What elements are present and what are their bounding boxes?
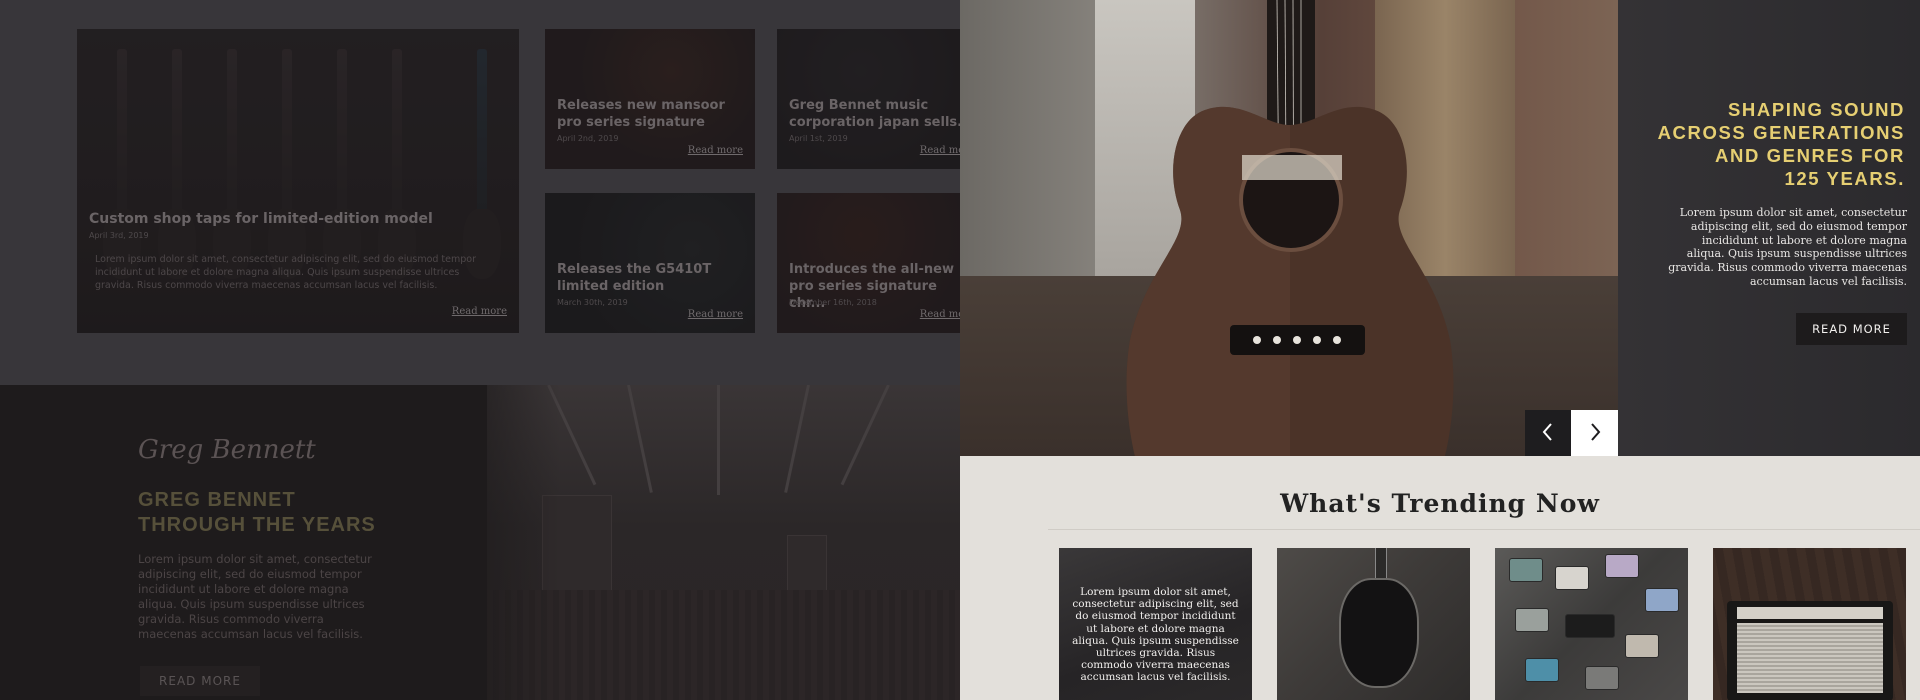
- featured-news-date: April 3rd, 2019: [89, 231, 149, 240]
- signature-logo: Greg Bennett: [138, 435, 316, 465]
- acoustic-guitar-image: [960, 0, 1618, 456]
- news-section: Custom shop taps for limited-edition mod…: [0, 0, 960, 385]
- chevron-right-icon: [1590, 423, 1600, 441]
- trending-tile[interactable]: Lorem ipsum dolor sit amet, consectetur …: [1059, 548, 1252, 700]
- featured-news-card[interactable]: Custom shop taps for limited-edition mod…: [77, 29, 519, 333]
- hero-read-more-button[interactable]: READ MORE: [1796, 313, 1907, 345]
- news-card-title: Releases the G5410T limited edition: [557, 262, 712, 294]
- carousel-prev-button[interactable]: [1525, 410, 1571, 456]
- history-read-more-button[interactable]: READ MORE: [140, 666, 260, 696]
- history-section: Greg Bennett GREG BENNET THROUGH THE YEA…: [0, 385, 960, 700]
- electric-guitar-image[interactable]: [1277, 548, 1470, 700]
- amplifier-image[interactable]: [1713, 548, 1906, 700]
- hero-title: SHAPING SOUND ACROSS GENERATIONS AND GEN…: [1657, 99, 1905, 189]
- news-card-title: Greg Bennet music corporation japan sell…: [789, 98, 960, 130]
- read-more-link[interactable]: Read more: [920, 145, 960, 156]
- pedalboard-image[interactable]: [1495, 548, 1688, 700]
- news-card-date: April 1st, 2019: [789, 134, 848, 143]
- trending-section: What's Trending Now Lorem ipsum dolor si…: [960, 456, 1920, 700]
- trending-title: What's Trending Now: [1280, 489, 1600, 518]
- news-card-title: Releases new mansoor pro series signatur…: [557, 98, 725, 130]
- featured-news-body: Lorem ipsum dolor sit amet, consectetur …: [95, 254, 477, 291]
- news-card-date: April 2nd, 2019: [557, 134, 619, 143]
- news-card-date: December 16th, 2018: [789, 298, 877, 307]
- chevron-left-icon: [1542, 423, 1552, 441]
- news-card-date: March 30th, 2019: [557, 298, 628, 307]
- read-more-link[interactable]: Read more: [688, 309, 743, 320]
- history-body: Lorem ipsum dolor sit amet, consectetur …: [138, 552, 372, 641]
- hero-body: Lorem ipsum dolor sit amet, consectetur …: [1668, 206, 1907, 288]
- history-title: GREG BENNET THROUGH THE YEARS: [138, 489, 376, 536]
- news-card[interactable]: Releases the G5410T limited edition Marc…: [545, 193, 755, 333]
- featured-news-title: Custom shop taps for limited-edition mod…: [89, 211, 433, 227]
- read-more-link[interactable]: Read more: [688, 145, 743, 156]
- news-card[interactable]: Greg Bennet music corporation japan sell…: [777, 29, 960, 169]
- hero-section: SHAPING SOUND ACROSS GENERATIONS AND GEN…: [960, 0, 1920, 456]
- read-more-link[interactable]: Read more: [920, 309, 960, 320]
- divider: [1048, 529, 1920, 530]
- news-card[interactable]: Releases new mansoor pro series signatur…: [545, 29, 755, 169]
- featured-read-more-link[interactable]: Read more: [452, 306, 507, 317]
- carousel-next-button[interactable]: [1571, 410, 1618, 456]
- trending-tile-caption: Lorem ipsum dolor sit amet, consectetur …: [1072, 586, 1239, 684]
- news-card[interactable]: Introduces the all-new pro series signat…: [777, 193, 960, 333]
